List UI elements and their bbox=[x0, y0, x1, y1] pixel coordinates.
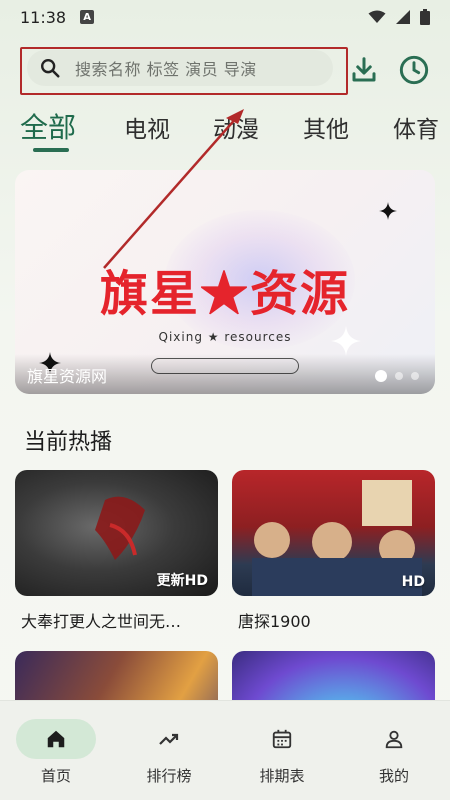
home-icon bbox=[47, 730, 65, 748]
nav-label: 排期表 bbox=[259, 767, 305, 785]
nav-icon-container bbox=[129, 719, 209, 759]
person-icon bbox=[385, 730, 403, 749]
nav-icon-container bbox=[16, 719, 96, 759]
card-title: 大奉打更人之世间无… bbox=[21, 612, 182, 631]
nav-icon-container bbox=[354, 719, 434, 759]
poster-badge: 更新HD bbox=[156, 573, 208, 589]
nav-item-ranking[interactable]: 排行榜 bbox=[113, 701, 225, 800]
nav-label: 我的 bbox=[378, 767, 409, 785]
poster-badge: HD bbox=[401, 574, 425, 590]
nav-item-schedule[interactable]: 排期表 bbox=[226, 701, 338, 800]
calendar-icon bbox=[272, 729, 292, 749]
video-card[interactable]: HD 唐探1900 bbox=[232, 470, 435, 632]
nav-label: 首页 bbox=[40, 767, 71, 785]
card-title: 唐探1900 bbox=[238, 612, 311, 631]
poster-image: HD bbox=[232, 470, 435, 596]
nav-item-profile[interactable]: 我的 bbox=[338, 701, 450, 800]
video-card[interactable]: 更新HD 大奉打更人之世间无… bbox=[15, 470, 218, 632]
section-title: 当前热播 bbox=[24, 430, 113, 455]
bottom-navigation: 首页 排行榜 排期表 我的 bbox=[0, 700, 450, 800]
nav-label: 排行榜 bbox=[146, 767, 192, 785]
nav-item-home[interactable]: 首页 bbox=[0, 701, 112, 800]
poster-image: 更新HD bbox=[15, 470, 218, 596]
nav-icon-container bbox=[242, 719, 322, 759]
trending-icon bbox=[159, 733, 179, 745]
